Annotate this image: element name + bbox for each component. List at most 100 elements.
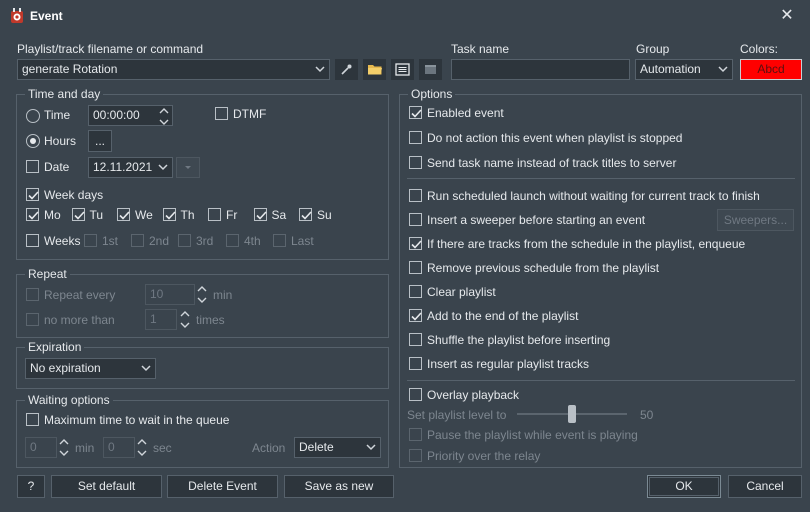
spin-arrows-icon[interactable] — [58, 437, 70, 458]
task-name-label: Task name — [451, 42, 510, 56]
title-bar — [0, 0, 810, 33]
repeat-every-checkbox[interactable] — [26, 288, 39, 301]
chevron-down-icon — [158, 164, 168, 171]
max-wait-label: Maximum time to wait in the queue — [44, 413, 230, 427]
repeat-every-input[interactable]: 10 — [145, 284, 195, 305]
sweepers-button[interactable]: Sweepers... — [717, 209, 794, 231]
wand-button[interactable] — [334, 58, 359, 81]
expiration-combo[interactable]: No expiration — [25, 358, 156, 379]
no-more-than-label: no more than — [44, 313, 115, 327]
week-label: Last — [291, 234, 314, 248]
week-checkbox[interactable] — [131, 234, 144, 247]
wait-sec-input[interactable]: 0 — [103, 437, 135, 458]
task-name-input[interactable] — [451, 59, 630, 80]
save-as-new-button[interactable]: Save as new — [284, 475, 394, 498]
list-icon — [395, 63, 410, 76]
no-more-than-unit: times — [196, 313, 225, 327]
enabled-event-label: Enabled event — [427, 106, 504, 120]
playlist-combo[interactable]: generate Rotation — [17, 59, 330, 80]
spin-arrows-icon[interactable] — [136, 437, 148, 458]
window-button[interactable] — [418, 58, 443, 81]
repeat-every-label: Repeat every — [44, 288, 116, 302]
time-radio[interactable] — [26, 109, 40, 123]
set-default-button[interactable]: Set default — [51, 475, 162, 498]
insert-regular-checkbox[interactable] — [409, 357, 422, 370]
week-label: 2nd — [149, 234, 170, 248]
ok-button[interactable]: OK — [647, 475, 721, 498]
hours-label: Hours — [44, 134, 77, 148]
time-input[interactable]: 00:00:00 — [88, 105, 173, 126]
clear-playlist-label: Clear playlist — [427, 285, 496, 299]
repeat-title: Repeat — [25, 267, 70, 281]
day-checkbox-th[interactable] — [162, 208, 176, 221]
week-checkbox[interactable] — [178, 234, 191, 247]
dtmf-checkbox[interactable] — [215, 107, 228, 120]
send-task-name-checkbox[interactable] — [409, 156, 422, 169]
max-wait-checkbox[interactable] — [26, 413, 39, 426]
week-checkbox[interactable] — [273, 234, 286, 247]
hours-button[interactable]: ... — [88, 130, 112, 152]
week-label: 1st — [102, 234, 119, 248]
day-checkbox-tu[interactable] — [71, 208, 85, 221]
action-combo[interactable]: Delete — [294, 437, 381, 458]
week-checkbox[interactable] — [226, 234, 239, 247]
wait-min-unit: min — [75, 441, 95, 455]
time-and-day-title: Time and day — [25, 87, 104, 101]
open-folder-button[interactable] — [362, 58, 387, 81]
day-label: Sa — [271, 208, 287, 222]
priority-relay-label: Priority over the relay — [427, 449, 541, 463]
pause-playlist-checkbox[interactable] — [409, 428, 422, 441]
date-picker-button[interactable] — [176, 157, 200, 178]
no-more-than-checkbox[interactable] — [26, 313, 39, 326]
day-label: We — [135, 208, 153, 222]
week-label: 3rd — [196, 234, 214, 248]
no-more-than-input[interactable]: 1 — [145, 309, 177, 330]
level-slider-thumb[interactable] — [568, 405, 576, 423]
day-checkbox-we[interactable] — [117, 208, 130, 221]
shuffle-checkbox[interactable] — [409, 333, 422, 346]
run-without-waiting-label: Run scheduled launch without waiting for… — [427, 189, 760, 203]
enqueue-label: If there are tracks from the schedule in… — [427, 237, 746, 251]
group-combo[interactable]: Automation — [635, 59, 733, 80]
color-sample-button[interactable]: Abcd — [740, 59, 802, 80]
week-days-checkbox[interactable] — [26, 188, 39, 201]
help-button[interactable]: ? — [17, 475, 45, 498]
insert-sweeper-checkbox[interactable] — [409, 213, 422, 226]
no-action-stopped-checkbox[interactable] — [409, 131, 422, 144]
overlay-playback-checkbox[interactable] — [409, 388, 422, 401]
day-checkbox-fr[interactable] — [208, 208, 221, 221]
list-button[interactable] — [390, 58, 415, 81]
weeks-checkbox[interactable] — [26, 234, 39, 247]
wait-sec-unit: sec — [153, 441, 172, 455]
enabled-event-checkbox[interactable] — [409, 106, 422, 119]
chevron-down-icon — [718, 66, 728, 73]
week-days-label: Week days — [44, 188, 104, 202]
date-combo[interactable]: 12.11.2021 — [88, 157, 173, 178]
priority-relay-checkbox[interactable] — [409, 449, 422, 462]
delete-event-button[interactable]: Delete Event — [167, 475, 278, 498]
caret-down-icon — [185, 166, 191, 169]
date-checkbox[interactable] — [26, 160, 39, 173]
day-checkbox-su[interactable] — [299, 208, 312, 221]
enqueue-checkbox[interactable] — [409, 237, 422, 250]
week-checkbox[interactable] — [84, 234, 97, 247]
close-icon[interactable]: ✕ — [776, 5, 798, 27]
clear-playlist-checkbox[interactable] — [409, 285, 422, 298]
hours-radio[interactable] — [26, 134, 40, 148]
repeat-every-unit: min — [213, 288, 233, 302]
run-without-waiting-checkbox[interactable] — [409, 189, 422, 202]
add-to-end-checkbox[interactable] — [409, 309, 422, 322]
wait-min-input[interactable]: 0 — [25, 437, 57, 458]
cancel-button[interactable]: Cancel — [728, 475, 802, 498]
expiration-title: Expiration — [25, 340, 85, 354]
remove-previous-checkbox[interactable] — [409, 261, 422, 274]
spin-arrows-icon[interactable] — [179, 309, 191, 330]
day-label: Tu — [89, 208, 104, 222]
playlist-value: generate Rotation — [22, 62, 118, 76]
spin-arrows-icon[interactable] — [158, 106, 170, 126]
group-value: Automation — [640, 62, 701, 76]
spin-arrows-icon[interactable] — [196, 284, 208, 305]
wand-icon — [341, 64, 352, 75]
day-checkbox-mo[interactable] — [26, 208, 39, 221]
day-checkbox-sa[interactable] — [253, 208, 267, 221]
